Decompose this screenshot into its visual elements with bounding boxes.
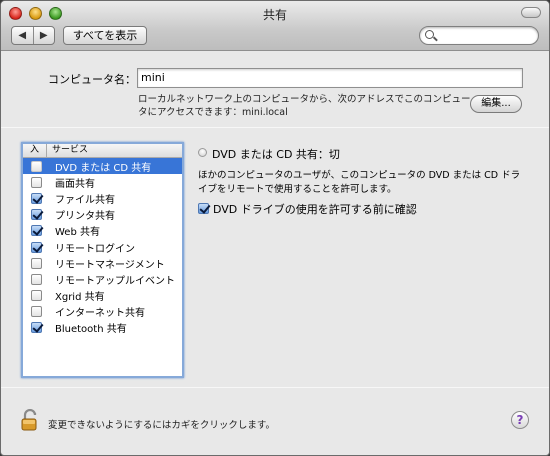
service-checkbox[interactable] [31, 306, 42, 318]
service-label: DVD または CD 共有 [55, 162, 152, 174]
service-row[interactable]: ファイル共有 [23, 190, 182, 206]
service-label: リモートアップルイベント [55, 275, 175, 287]
service-checkbox[interactable] [31, 322, 42, 334]
ask-before-use-checkbox[interactable] [198, 203, 209, 214]
service-row[interactable]: リモートマネージメント [23, 255, 182, 271]
computer-name-input[interactable]: mini [137, 68, 523, 88]
lock-icon[interactable] [21, 409, 39, 431]
forward-icon[interactable]: ▶ [32, 27, 55, 44]
service-checkbox[interactable] [31, 160, 42, 172]
service-checkbox[interactable] [31, 241, 42, 253]
address-description: ローカルネットワーク上のコンピュータから、次のアドレスでこのコンピュータにアクセ… [138, 94, 471, 118]
service-list-header: 入 サービス [23, 144, 182, 158]
service-checkbox[interactable] [31, 273, 42, 285]
service-description: ほかのコンピュータのユーザが、このコンピュータの DVD または CD ドライブ… [198, 170, 521, 195]
checkbox-box[interactable] [198, 203, 209, 214]
service-row[interactable]: Xgrid 共有 [23, 288, 182, 304]
service-checkbox[interactable] [31, 290, 42, 302]
back-icon[interactable]: ◀ [12, 27, 33, 44]
service-label: 画面共有 [55, 178, 95, 190]
divider [1, 387, 549, 388]
service-row[interactable]: Bluetooth 共有 [23, 320, 182, 336]
service-row[interactable]: DVD または CD 共有 [23, 158, 182, 175]
service-status-text: DVD または CD 共有：切 [212, 148, 340, 161]
title-bar: 共有 ◀ ▶ すべてを表示 [1, 1, 549, 51]
service-label: インターネット共有 [55, 308, 145, 320]
lock-message: 変更できないようにするにはカギをクリックします。 [48, 420, 275, 431]
column-header-on[interactable]: 入 [23, 144, 47, 157]
preferences-window: 共有 ◀ ▶ すべてを表示 コンピュータ名： mini ローカルネットワーク上の… [0, 0, 550, 456]
service-label: ファイル共有 [55, 194, 115, 206]
service-checkbox[interactable] [31, 192, 42, 204]
show-all-button[interactable]: すべてを表示 [63, 26, 147, 45]
service-checkbox[interactable] [31, 209, 42, 221]
service-row[interactable]: インターネット共有 [23, 304, 182, 320]
service-label: リモートマネージメント [55, 259, 165, 271]
edit-button[interactable]: 編集... [470, 95, 522, 113]
service-list[interactable]: 入 サービス DVD または CD 共有 画面共有ファイル共有 プリンタ共有 Web … [21, 142, 184, 378]
status-indicator-icon [198, 148, 207, 157]
service-label: リモートログイン [55, 243, 135, 255]
service-row[interactable]: 画面共有 [23, 174, 182, 190]
computer-name-label: コンピュータ名： [48, 73, 136, 86]
service-checkbox[interactable] [31, 257, 42, 269]
service-label: Bluetooth 共有 [55, 324, 127, 336]
divider [1, 127, 549, 128]
ask-before-use-label[interactable]: DVD ドライブの使用を許可する前に確認 [213, 201, 417, 217]
column-header-service[interactable]: サービス [47, 144, 88, 157]
service-row[interactable]: リモートアップルイベント [23, 271, 182, 287]
service-label: Xgrid 共有 [55, 292, 105, 304]
service-checkbox[interactable] [31, 225, 42, 237]
service-label: Web 共有 [55, 227, 100, 239]
nav-segmented-control: ◀ ▶ [11, 26, 55, 45]
service-label: プリンタ共有 [55, 211, 115, 223]
search-icon [425, 30, 434, 39]
service-checkbox[interactable] [31, 176, 42, 188]
toolbar-toggle-button[interactable] [521, 7, 541, 18]
search-field[interactable] [419, 26, 539, 45]
service-row[interactable]: リモートログイン [23, 239, 182, 255]
window-title: 共有 [262, 8, 287, 22]
service-row[interactable]: Web 共有 [23, 223, 182, 239]
help-button[interactable]: ? [511, 411, 529, 429]
service-row[interactable]: プリンタ共有 [23, 207, 182, 223]
